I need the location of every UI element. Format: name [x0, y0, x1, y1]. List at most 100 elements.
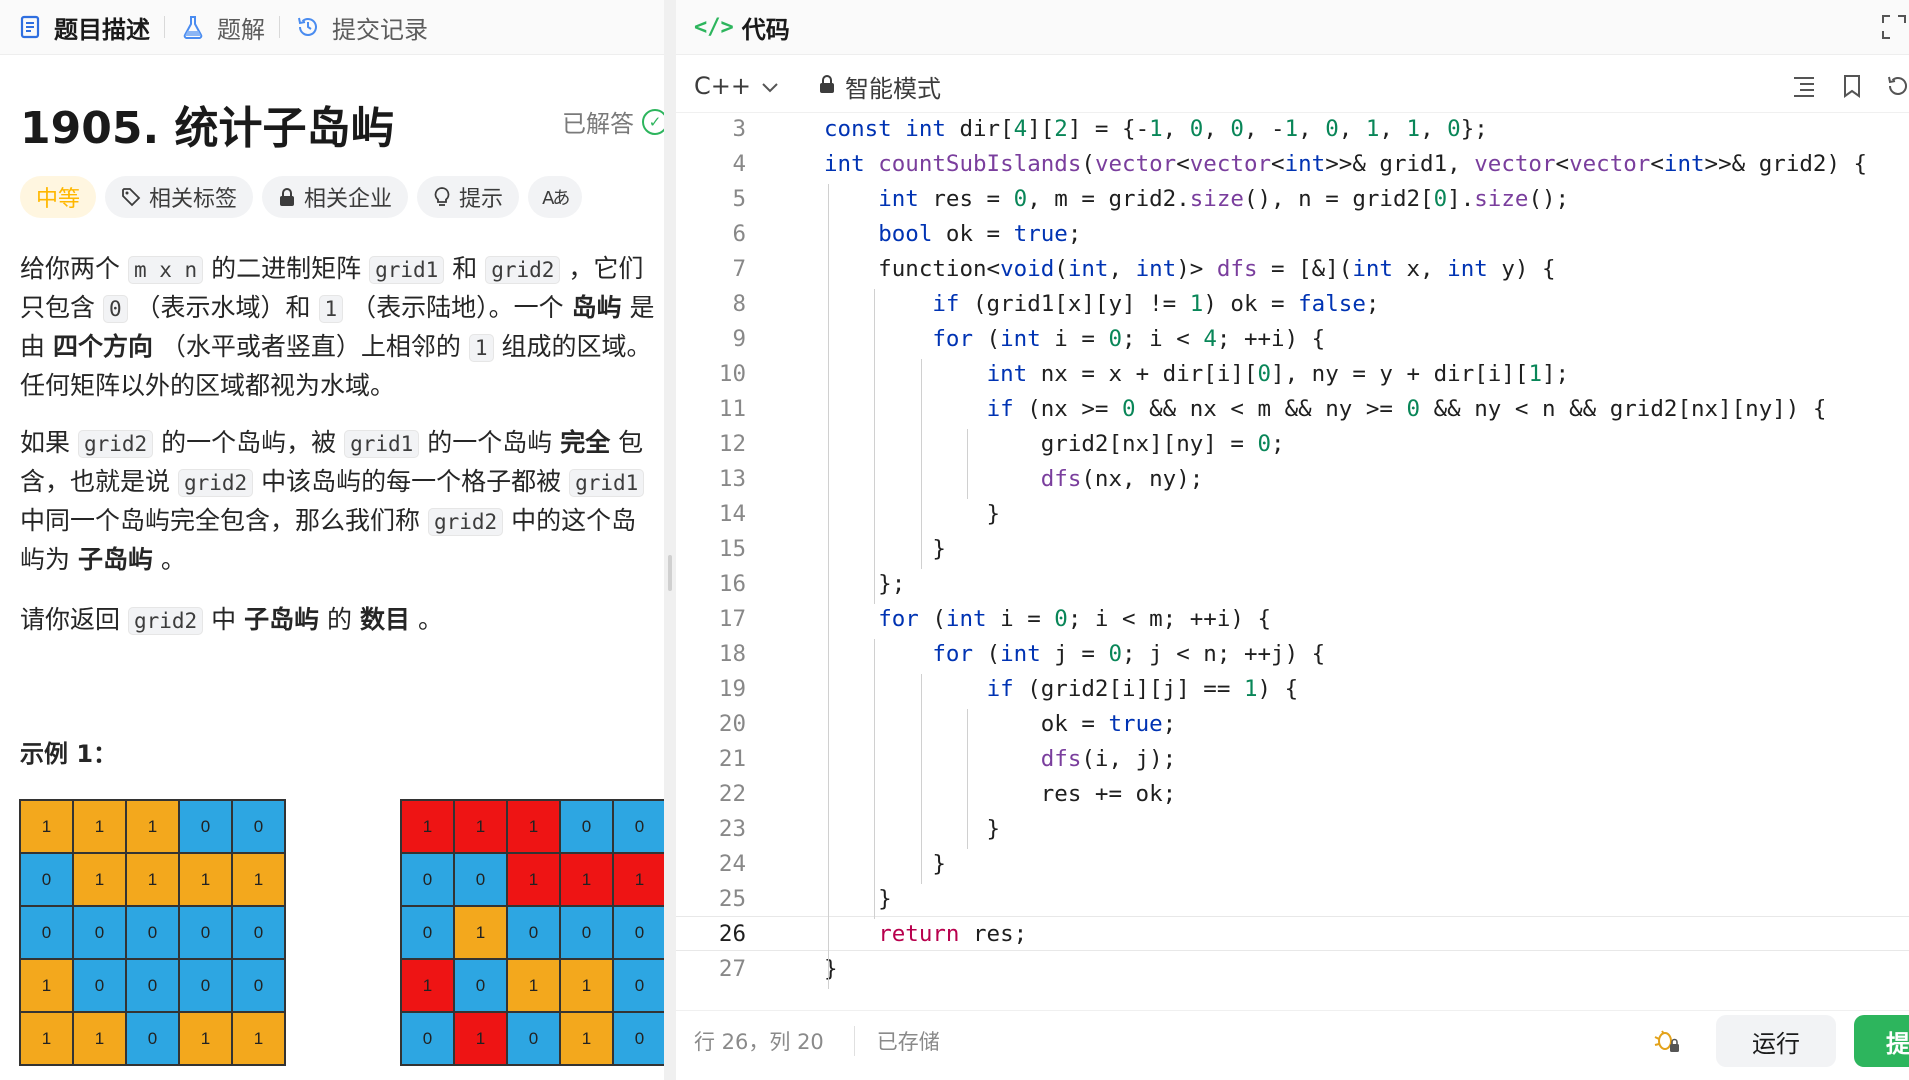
code-line[interactable]: 5 int res = 0, m = grid2.size(), n = gri… — [676, 181, 1909, 216]
indent-guide — [967, 709, 969, 849]
related-tags-button[interactable]: 相关标签 — [105, 176, 254, 218]
code-editor[interactable]: 3 const int dir[4][2] = {-1, 0, 0, -1, 0,… — [676, 114, 1909, 994]
code-line[interactable]: 19 if (grid2[i][j] == 1) { — [676, 671, 1909, 706]
bookmark-icon[interactable] — [1836, 70, 1868, 102]
description-paragraph-2: 如果 grid2 的一个岛屿，被 grid1 的一个岛屿 完全 包含，也就是说 … — [20, 424, 660, 578]
text: 。 — [152, 545, 186, 574]
grid-cell: 1 — [560, 1012, 613, 1065]
grid-cell: 1 — [454, 906, 507, 959]
code-line[interactable]: 18 for (int j = 0; j < n; ++j) { — [676, 636, 1909, 671]
related-companies-button[interactable]: 相关企业 — [262, 176, 409, 218]
code-text: res += ok; — [824, 780, 1177, 807]
text: 如果 — [20, 428, 78, 457]
fullscreen-icon[interactable] — [1879, 12, 1909, 42]
translate-button[interactable]: Aあ — [528, 176, 583, 218]
tab-description[interactable]: 题目描述 — [0, 0, 164, 54]
bold-text: 子岛屿 — [244, 605, 320, 634]
hint-button[interactable]: 提示 — [417, 176, 520, 218]
line-number: 21 — [718, 745, 746, 772]
grid-cell: 1 — [232, 1012, 285, 1065]
reset-icon[interactable] — [1881, 70, 1909, 102]
panel-resizer[interactable] — [664, 0, 676, 1080]
indent-guide — [874, 639, 876, 919]
code-line[interactable]: 7 function<void(int, int)> dfs = [&](int… — [676, 251, 1909, 286]
code-line[interactable]: 17 for (int i = 0; i < m; ++i) { — [676, 601, 1909, 636]
code-line[interactable]: 22 res += ok; — [676, 776, 1909, 811]
code-line[interactable]: 25 } — [676, 881, 1909, 916]
line-number: 22 — [718, 780, 746, 807]
editor-status-bar: 行 26，列 20 已存储 运行 提交 — [676, 1010, 1909, 1071]
smart-mode-toggle[interactable]: 智能模式 — [819, 69, 941, 104]
flask-icon — [179, 13, 207, 41]
line-number: 3 — [732, 115, 746, 142]
inline-code: grid1 — [569, 469, 645, 497]
grid-cell: 0 — [179, 959, 232, 1012]
tab-submissions[interactable]: 提交记录 — [280, 0, 442, 54]
debug-icon[interactable] — [1652, 1025, 1684, 1057]
code-line[interactable]: 3 const int dir[4][2] = {-1, 0, 0, -1, 0,… — [676, 114, 1909, 146]
code-line[interactable]: 11 if (nx >= 0 && nx < m && ny >= 0 && n… — [676, 391, 1909, 426]
indent-guide — [967, 429, 969, 499]
check-circle-icon: ✓ — [642, 108, 664, 135]
grid-cell: 1 — [73, 853, 126, 906]
grid-cell: 1 — [507, 853, 560, 906]
code-panel: </> 代码 C++ 智能模式 3 const int dir[4][2] = {… — [676, 0, 1909, 1080]
language-label: C++ — [694, 72, 751, 100]
code-line[interactable]: 13 dfs(nx, ny); — [676, 461, 1909, 496]
language-select[interactable]: C++ — [694, 72, 779, 100]
line-number: 26 — [718, 920, 746, 947]
line-number: 9 — [732, 325, 746, 352]
format-code-icon[interactable] — [1788, 70, 1820, 102]
save-status: 已存储 — [853, 1026, 940, 1056]
example-grid2-image: 1110000111010001011001010 — [400, 799, 664, 1066]
grid-cell: 0 — [613, 959, 664, 1012]
grid-cell: 0 — [401, 853, 454, 906]
run-button[interactable]: 运行 — [1716, 1015, 1836, 1067]
code-text: }; — [824, 570, 906, 597]
text: 请你返回 — [20, 605, 128, 634]
code-line[interactable]: 26 return res; — [676, 916, 1909, 951]
code-line[interactable]: 6 bool ok = true; — [676, 216, 1909, 251]
code-line[interactable]: 20 ok = true; — [676, 706, 1909, 741]
grid-cell: 0 — [73, 959, 126, 1012]
grid-cell: 0 — [20, 906, 73, 959]
indent-guide — [920, 359, 922, 569]
code-line[interactable]: 15 } — [676, 531, 1909, 566]
line-number: 19 — [718, 675, 746, 702]
code-panel-header: </> 代码 — [676, 0, 1909, 55]
submit-button[interactable]: 提交 — [1854, 1015, 1909, 1067]
code-line[interactable]: 14 } — [676, 496, 1909, 531]
code-line[interactable]: 4 int countSubIslands(vector<vector<int>>… — [676, 146, 1909, 181]
code-text: for (int i = 0; i < m; ++i) { — [878, 605, 1272, 632]
code-line[interactable]: 10 int nx = x + dir[i][0], ny = y + dir[… — [676, 356, 1909, 391]
grid-cell: 1 — [73, 800, 126, 853]
code-line[interactable]: 23 } — [676, 811, 1909, 846]
grid-cell: 1 — [401, 800, 454, 853]
grid-cell: 0 — [613, 800, 664, 853]
text: 的一个岛屿，被 — [153, 428, 345, 457]
code-text: } — [824, 535, 946, 562]
grid-cell: 1 — [20, 800, 73, 853]
text: 给你两个 — [20, 254, 128, 283]
code-line[interactable]: 9 for (int i = 0; i < 4; ++i) { — [676, 321, 1909, 356]
chevron-down-icon — [761, 72, 779, 100]
grid-cell: 1 — [179, 853, 232, 906]
grid-cell: 1 — [232, 853, 285, 906]
code-line[interactable]: 24 } — [676, 846, 1909, 881]
problem-tags: 中等 相关标签 相关企业 提示 Aあ — [20, 176, 583, 218]
bold-text: 完全 — [560, 428, 611, 457]
code-line[interactable]: 8 if (grid1[x][y] != 1) ok = false; — [676, 286, 1909, 321]
resize-handle[interactable] — [668, 555, 672, 591]
code-line[interactable]: 16 }; — [676, 566, 1909, 601]
line-number: 8 — [732, 290, 746, 317]
inline-code: grid1 — [369, 256, 445, 284]
bold-text: 数目 — [360, 605, 411, 634]
grid-cell: 0 — [179, 906, 232, 959]
tab-solutions[interactable]: 题解 — [165, 0, 279, 54]
code-line[interactable]: 21 dfs(i, j); — [676, 741, 1909, 776]
code-line[interactable]: 12 grid2[nx][ny] = 0; — [676, 426, 1909, 461]
tag-icon — [121, 187, 141, 207]
code-tab[interactable]: </> 代码 — [694, 10, 790, 45]
code-line[interactable]: 27} — [676, 951, 1909, 986]
hint-label: 提示 — [459, 187, 504, 212]
